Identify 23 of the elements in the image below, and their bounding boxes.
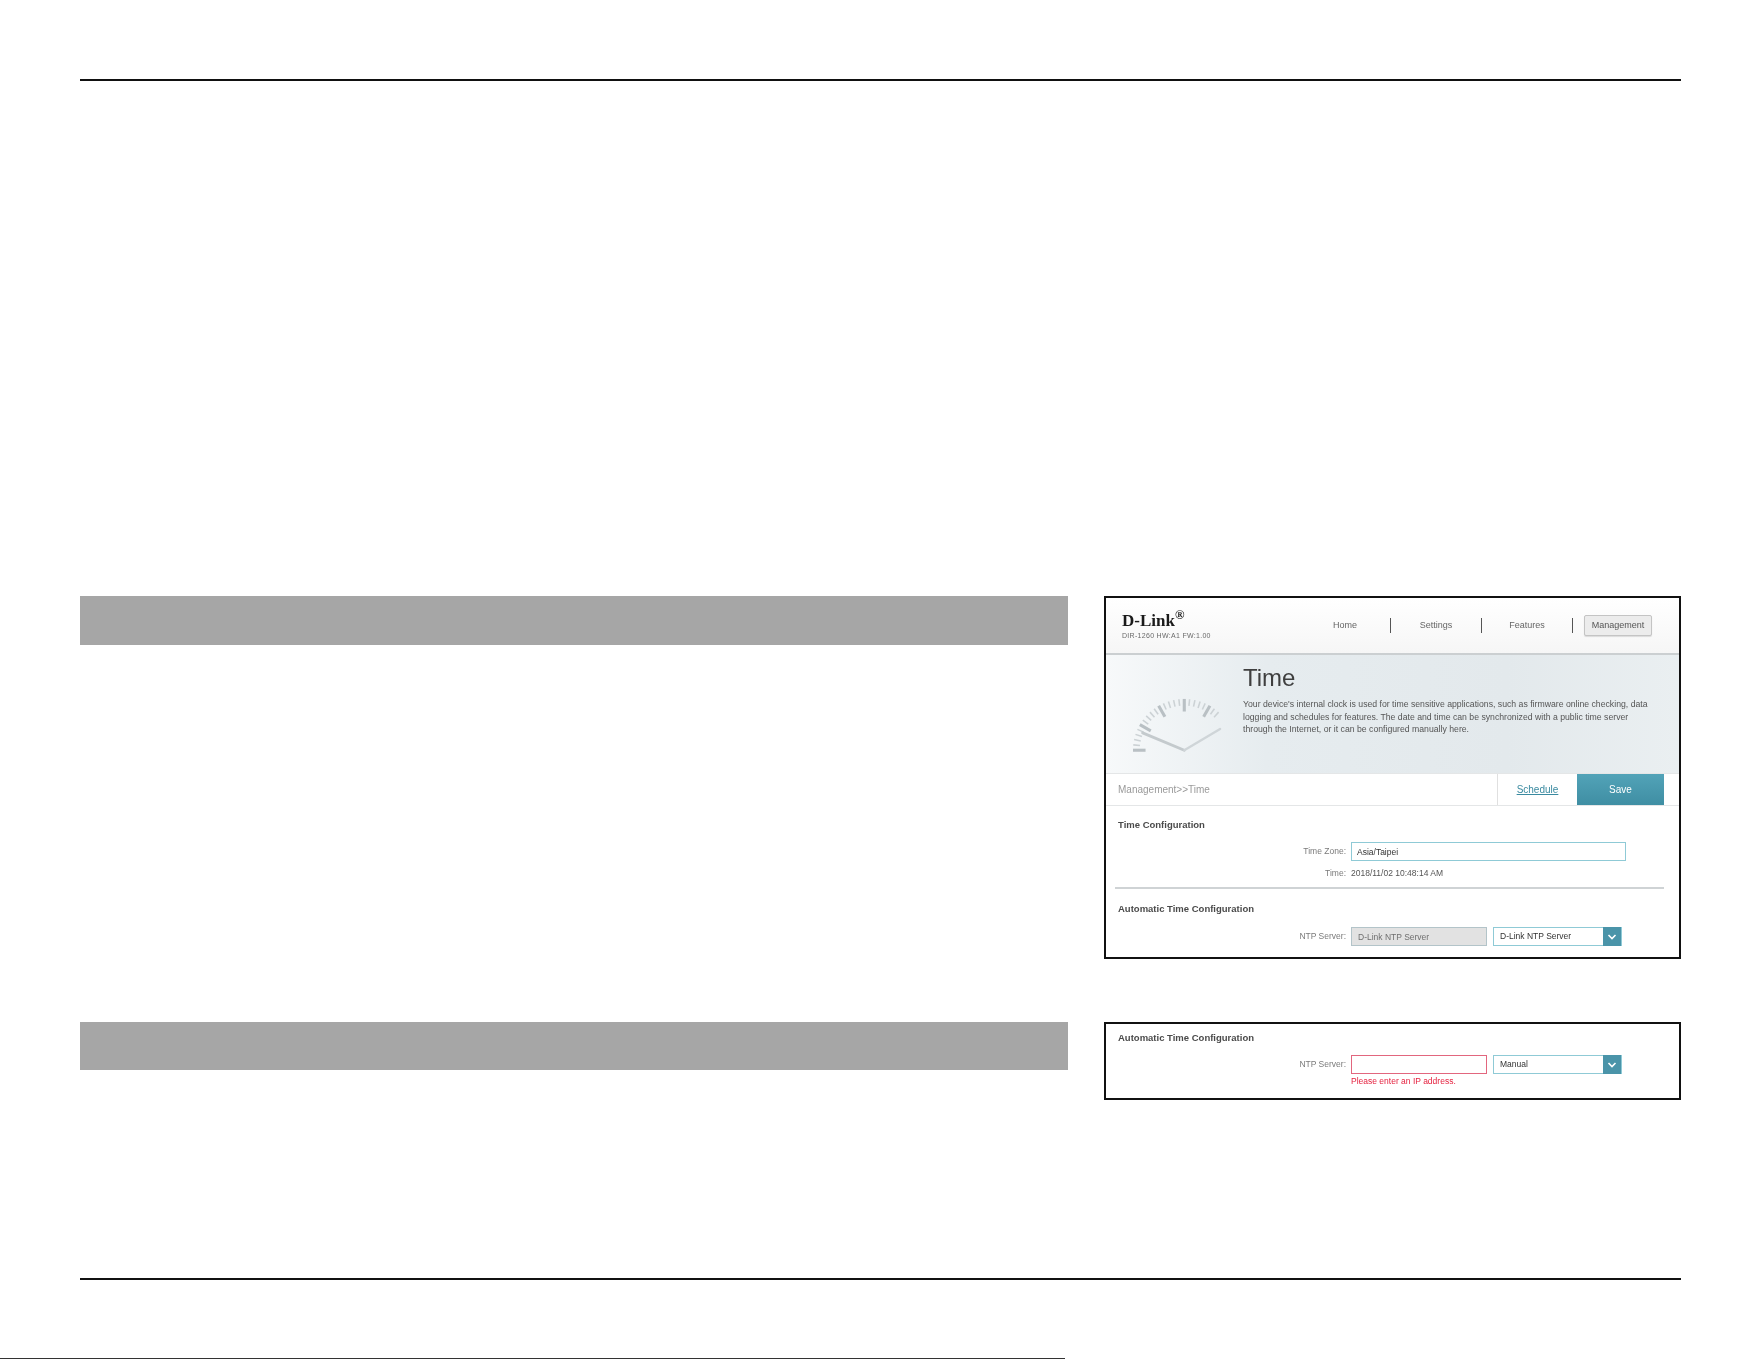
nav-tab[interactable]: Home (1325, 615, 1365, 636)
primary-button[interactable]: Save (1577, 774, 1664, 805)
value-text: 2018/11/02 10:48:14 AM (1351, 868, 1443, 879)
field-label: Time: (1325, 868, 1346, 879)
section-title: Automatic Time Configuration (1118, 903, 1254, 915)
nav-tab[interactable]: Settings (1411, 615, 1461, 636)
nav-tab[interactable]: Features (1501, 615, 1553, 636)
text-input[interactable] (1351, 1055, 1487, 1074)
dropdown[interactable]: Manual (1493, 1055, 1622, 1074)
chevron-down-icon (1603, 1055, 1621, 1074)
breadcrumb: Management>>Time (1118, 783, 1210, 797)
page-description: Your device's internal clock is used for time sensitive applications, such as firmware online checking, data logging and schedules for features. The date and time can be synchronized with a public time server through the Internet, or it can be configured manually here. (1243, 698, 1649, 737)
text-input[interactable]: Asia/Taipei (1351, 842, 1626, 861)
field-label: NTP Server: (1299, 931, 1346, 942)
field-label: Time Zone: (1303, 846, 1346, 857)
nav-tab[interactable]: Management (1583, 615, 1653, 636)
chevron-down-icon (1603, 927, 1621, 946)
field-label: NTP Server: (1299, 1059, 1346, 1070)
section-title: Time Configuration (1118, 819, 1205, 831)
section-title: Automatic Time Configuration (1118, 1032, 1254, 1044)
logo: D-Link$^{®}$ (1122, 611, 1186, 630)
page-title: Time (1243, 665, 1296, 691)
error-message: Please enter an IP address. (1351, 1076, 1456, 1086)
